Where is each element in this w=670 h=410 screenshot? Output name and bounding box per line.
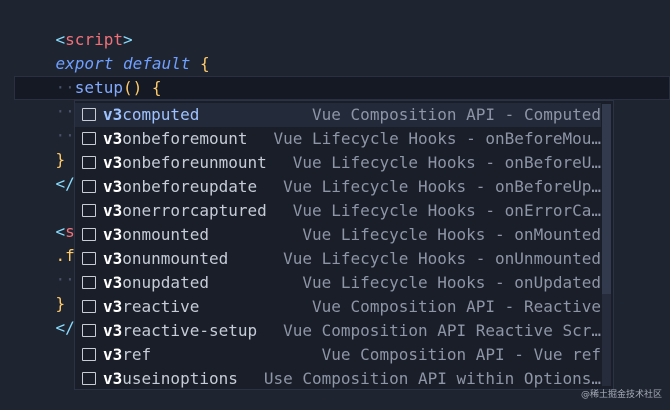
suggestion-detail: Vue Lifecycle Hooks - onUpdated xyxy=(302,273,601,292)
suggestion-item[interactable]: v3onerrorcaptured Vue Lifecycle Hooks - o… xyxy=(75,199,601,223)
suggestion-detail: Vue Composition API Reactive Scr… xyxy=(283,321,601,340)
suggestion-detail: Vue Lifecycle Hooks - onBeforeUp… xyxy=(283,177,601,196)
snippet-icon xyxy=(82,108,96,121)
snippet-icon xyxy=(82,180,96,193)
suggestion-detail: Vue Lifecycle Hooks - onBeforeMou… xyxy=(273,129,601,148)
suggestion-rest: onbeforeupdate xyxy=(122,177,258,196)
brace: { xyxy=(151,78,162,97)
suggestion-label: v3onbeforeunmount xyxy=(103,151,267,175)
suggestion-match: v3 xyxy=(103,273,123,292)
suggestion-item[interactable]: v3onbeforemount Vue Lifecycle Hooks - onB… xyxy=(75,127,601,151)
code-line-4[interactable]: ····v3 xyxy=(17,76,114,121)
code-line-12: } xyxy=(17,268,66,313)
suggestion-match: v3 xyxy=(103,105,123,124)
suggestion-detail: Vue Composition API - Computed xyxy=(312,105,601,124)
suggestion-rest: reactive xyxy=(122,297,200,316)
suggestion-rest: onupdated xyxy=(122,273,209,292)
suggestion-detail: Use Composition API within Options… xyxy=(263,369,601,388)
suggestion-item[interactable]: v3onbeforeupdate Vue Lifecycle Hooks - on… xyxy=(75,175,601,199)
suggestion-item[interactable]: v3onbeforeunmount Vue Lifecycle Hooks - o… xyxy=(75,151,601,175)
snippet-icon xyxy=(82,204,96,217)
suggestion-match: v3 xyxy=(103,249,123,268)
suggestion-detail: Vue Lifecycle Hooks - onMounted xyxy=(302,225,601,244)
suggestion-rest: useinoptions xyxy=(122,369,238,388)
suggestion-item[interactable]: v3computed Vue Composition API - Computed xyxy=(75,103,601,127)
suggestion-label: v3reactive-setup xyxy=(103,319,257,343)
snippet-icon xyxy=(82,252,96,265)
suggestion-item[interactable]: v3onupdated Vue Lifecycle Hooks - onUpdat… xyxy=(75,271,601,295)
suggestion-label: v3onerrorcaptured xyxy=(103,199,267,223)
suggestion-match: v3 xyxy=(103,129,123,148)
suggestion-item[interactable]: v3onunmounted Vue Lifecycle Hooks - onUnm… xyxy=(75,247,601,271)
code-line-3: ··setup() { xyxy=(17,52,162,97)
suggestion-item[interactable]: v3reactive Vue Composition API - Reactive xyxy=(75,295,601,319)
suggestion-item[interactable]: v3onmounted Vue Lifecycle Hooks - onMount… xyxy=(75,223,601,247)
suggestion-detail: Vue Composition API - Reactive xyxy=(312,297,601,316)
parens: () xyxy=(122,78,143,97)
suggestion-label: v3computed xyxy=(103,103,199,127)
scrollbar-thumb[interactable] xyxy=(602,104,611,294)
suggestion-match: v3 xyxy=(103,153,123,172)
suggestion-rest: computed xyxy=(122,105,200,124)
suggestion-match: v3 xyxy=(103,345,123,364)
code-line-2: export default { xyxy=(17,28,210,73)
suggestion-rest: reactive-setup xyxy=(122,321,258,340)
snippet-icon xyxy=(82,156,96,169)
suggestion-detail: Vue Lifecycle Hooks - onErrorCa… xyxy=(292,201,601,220)
suggestion-detail: Vue Composition API - Vue ref xyxy=(321,345,601,364)
snippet-icon xyxy=(82,132,96,145)
suggestion-match: v3 xyxy=(103,225,123,244)
snippet-icon xyxy=(82,348,96,361)
suggestion-rest: onmounted xyxy=(122,225,209,244)
code-editor[interactable]: <script> export default { ··setup() { ··… xyxy=(0,0,670,410)
snippet-icon xyxy=(82,372,96,385)
autocomplete-suggestions[interactable]: v3computed Vue Composition API - Computed… xyxy=(74,100,614,390)
suggestion-label: v3onbeforeupdate xyxy=(103,175,257,199)
snippet-icon xyxy=(82,324,96,337)
suggestion-rest: onbeforeunmount xyxy=(122,153,267,172)
suggestion-label: v3reactive xyxy=(103,295,199,319)
tag-open: </ xyxy=(55,174,75,193)
suggestion-detail: Vue Lifecycle Hooks - onBeforeU… xyxy=(292,153,601,172)
suggestion-item[interactable]: v3useinoptions Use Composition API within… xyxy=(75,367,601,389)
brace: { xyxy=(200,54,210,73)
suggestion-rest: onbeforemount xyxy=(122,129,248,148)
suggestion-detail: Vue Lifecycle Hooks - onUnmounted xyxy=(283,249,601,268)
suggestions-scrollbar[interactable] xyxy=(602,104,611,386)
suggestion-label: v3onunmounted xyxy=(103,247,228,271)
suggestion-match: v3 xyxy=(103,297,123,316)
suggestion-match: v3 xyxy=(103,369,123,388)
suggestion-label: v3onupdated xyxy=(103,271,209,295)
tag-open: </ xyxy=(55,318,75,337)
suggestion-rest: onerrorcaptured xyxy=(122,201,267,220)
suggestion-item[interactable]: v3reactive-setup Vue Composition API Reac… xyxy=(75,319,601,343)
watermark: @稀土掘金技术社区 xyxy=(580,390,662,400)
snippet-icon xyxy=(82,228,96,241)
suggestion-rest: onunmounted xyxy=(122,249,229,268)
suggestion-match: v3 xyxy=(103,321,123,340)
suggestion-item[interactable]: v3ref Vue Composition API - Vue ref xyxy=(75,343,601,367)
suggestion-label: v3onmounted xyxy=(103,223,209,247)
suggestion-match: v3 xyxy=(103,177,123,196)
code-line-6: } xyxy=(17,124,66,169)
suggestion-label: v3onbeforemount xyxy=(103,127,248,151)
suggestion-rest: ref xyxy=(122,345,152,364)
code-line-1: <script> xyxy=(17,4,133,49)
snippet-icon xyxy=(82,276,96,289)
suggestion-match: v3 xyxy=(103,201,123,220)
suggestion-label: v3useinoptions xyxy=(103,367,238,389)
suggestion-label: v3ref xyxy=(103,343,151,367)
snippet-icon xyxy=(82,300,96,313)
